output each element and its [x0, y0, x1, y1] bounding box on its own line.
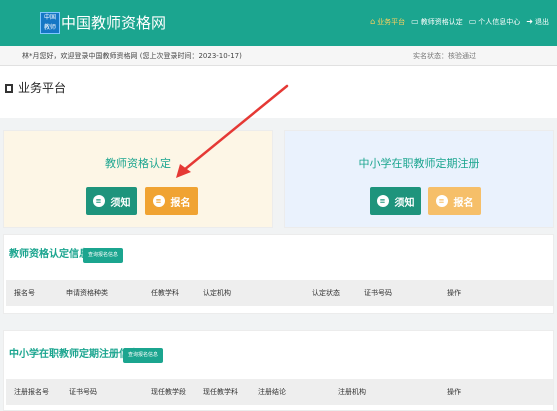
column-header: 现任教学科 — [203, 388, 238, 396]
monitor-icon: ▭ — [468, 17, 477, 26]
site-title[interactable]: 中国教师资格网 — [61, 12, 166, 34]
register-icon: ≡ — [152, 195, 165, 207]
registration-register-button[interactable]: ≡ 报名 — [428, 187, 481, 215]
card-title: 中小学在职教师定期注册 — [358, 157, 480, 170]
cert-register-button[interactable]: ≡ 报名 — [145, 187, 198, 215]
notice-icon: ≡ — [92, 195, 105, 207]
register-icon: ≡ — [435, 195, 448, 207]
table-header: 注册报名号 证书号码 现任教学段 现任教学科 注册结论 注册机构 操作 — [6, 379, 553, 405]
page-header: 业务平台 — [0, 66, 557, 118]
column-header: 现任教学段 — [151, 388, 186, 396]
button-label: 报名 — [453, 197, 474, 209]
notice-icon: ≡ — [376, 195, 389, 207]
panel-title: 教师资格认定信息 — [9, 249, 89, 260]
column-header: 操作 — [447, 289, 461, 297]
column-header: 注册结论 — [258, 388, 286, 396]
button-label: 须知 — [394, 197, 415, 209]
panel-registration-info: 中小学在职教师定期注册信息 查询报名信息 注册报名号 证书号码 现任教学段 现任… — [3, 330, 554, 411]
panel-cert-info: 教师资格认定信息 查询报名信息 报名号 申请资格种类 任教学科 认定机构 认定状… — [3, 234, 554, 314]
top-header: 中国 教师 中国教师资格网 ⌂ 业务平台 ▭ 教师资格认定 ▭ 个人信息中心 ➜… — [0, 0, 557, 46]
nav-label: 业务平台 — [377, 18, 406, 26]
query-registration-button[interactable]: 查询报名信息 — [123, 348, 164, 363]
column-header: 认定状态 — [312, 289, 340, 297]
logo-text-top: 中国 — [43, 14, 56, 21]
welcome-message: 林*月您好，欢迎登录中国教师资格网 (您上次登录时间：2023-10-17) — [22, 52, 242, 60]
page-title: 业务平台 — [18, 81, 67, 95]
nav-label: 教师资格认定 — [420, 18, 463, 26]
notebook-icon — [5, 84, 13, 93]
realname-status: 实名状态：核验通过 — [413, 52, 476, 60]
top-nav: ⌂ 业务平台 ▭ 教师资格认定 ▭ 个人信息中心 ➜ 退出 — [364, 12, 549, 32]
nav-personal-center[interactable]: ▭ 个人信息中心 — [469, 17, 521, 27]
column-header: 注册报名号 — [14, 388, 49, 396]
column-header: 认定机构 — [203, 289, 231, 297]
panel-title: 中小学在职教师定期注册信息 — [9, 349, 139, 360]
card-teacher-cert: 教师资格认定 ≡ 须知 ≡ 报名 — [3, 130, 273, 228]
service-cards: 教师资格认定 ≡ 须知 ≡ 报名 中小学在职教师定期注册 ≡ 须知 ≡ 报名 — [0, 118, 557, 228]
column-header: 申请资格种类 — [66, 289, 108, 297]
card-title: 教师资格认定 — [105, 157, 171, 170]
nav-label: 个人信息中心 — [478, 18, 521, 26]
registration-notice-button[interactable]: ≡ 须知 — [370, 187, 421, 215]
logo-text-bottom: 教师 — [43, 24, 56, 31]
logout-icon: ➜ — [526, 17, 533, 26]
query-registration-button[interactable]: 查询报名信息 — [83, 248, 124, 263]
column-header: 证书号码 — [69, 388, 97, 396]
button-label: 须知 — [110, 197, 131, 209]
column-header: 操作 — [447, 388, 461, 396]
card-periodic-registration: 中小学在职教师定期注册 ≡ 须知 ≡ 报名 — [284, 130, 554, 228]
nav-logout[interactable]: ➜ 退出 — [526, 17, 549, 27]
column-header: 报名号 — [14, 289, 35, 297]
column-header: 任教学科 — [151, 289, 179, 297]
nav-label: 退出 — [535, 18, 549, 26]
nav-teacher-cert[interactable]: ▭ 教师资格认定 — [411, 17, 463, 27]
column-header: 证书号码 — [364, 289, 392, 297]
site-logo[interactable]: 中国 教师 — [40, 12, 60, 34]
home-icon: ⌂ — [370, 17, 376, 26]
button-label: 报名 — [170, 197, 191, 209]
table-header: 报名号 申请资格种类 任教学科 认定机构 认定状态 证书号码 操作 — [6, 280, 553, 306]
nav-business-platform[interactable]: ⌂ 业务平台 — [370, 17, 405, 27]
welcome-bar: 林*月您好，欢迎登录中国教师资格网 (您上次登录时间：2023-10-17) 实… — [0, 46, 557, 66]
cert-notice-button[interactable]: ≡ 须知 — [86, 187, 137, 215]
monitor-icon: ▭ — [411, 17, 419, 26]
column-header: 注册机构 — [338, 388, 366, 396]
